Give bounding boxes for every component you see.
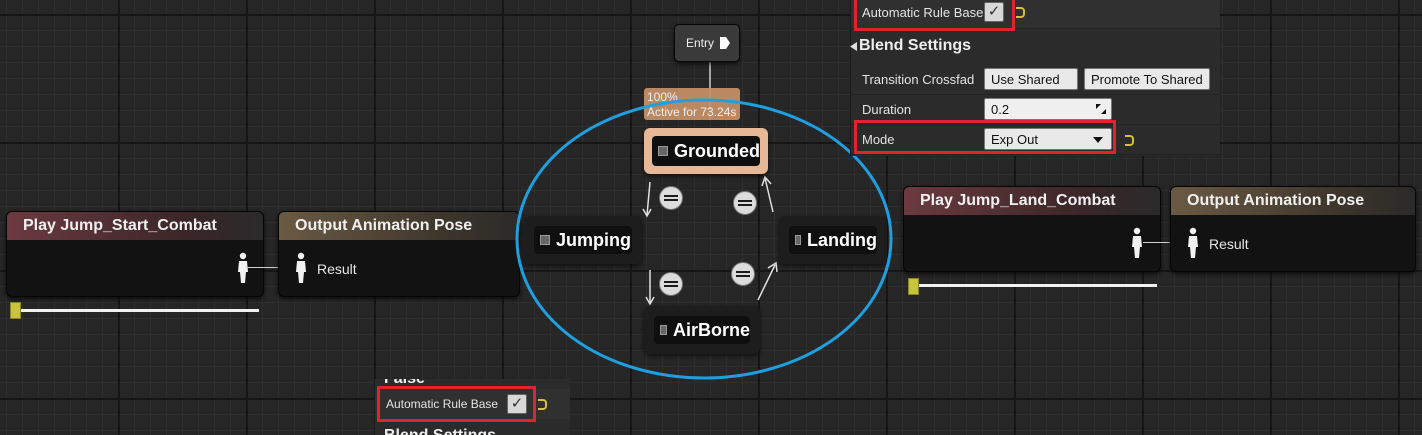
state-icon [540, 235, 550, 245]
state-label: Landing [807, 229, 877, 250]
callout-auto-rule [854, 0, 1015, 31]
use-shared-dropdown[interactable]: Use Shared [984, 68, 1078, 106]
result-pin-label: Result [1209, 236, 1249, 252]
transition-jumping-to-airborne-icon[interactable] [659, 272, 683, 296]
duration-field[interactable]: 0.2 [984, 98, 1112, 120]
state-jumping[interactable]: Jumping [524, 216, 642, 264]
callout-mode [854, 120, 1116, 154]
transition-grounded-to-jumping-icon[interactable] [659, 186, 683, 210]
node-title: Play Jump_Land_Combat [904, 187, 1160, 215]
state-airborne[interactable]: AirBorne [644, 306, 760, 354]
state-label: Grounded [674, 140, 760, 161]
state-icon [795, 235, 801, 245]
blend-settings-header[interactable]: Blend Settings [850, 32, 1220, 60]
pose-output-pin-icon[interactable] [1130, 227, 1144, 259]
transition-landing-to-grounded-icon[interactable] [733, 191, 757, 215]
output-pose-node-right[interactable]: Output Animation Pose Result [1170, 186, 1416, 272]
crossfade-label: Transition Crossfad [862, 72, 975, 87]
node-title: Output Animation Pose [1171, 187, 1415, 215]
reset-to-default-icon[interactable] [1125, 135, 1134, 146]
state-label: AirBorne [672, 319, 750, 340]
duration-label: Duration [862, 102, 912, 117]
transition-airborne-to-landing-icon[interactable] [731, 262, 755, 286]
tooltip-weight: 100% [647, 90, 678, 104]
tooltip-status: Active for 73.24s [647, 105, 737, 119]
state-icon [660, 325, 667, 335]
play-position-slider[interactable] [912, 284, 1157, 287]
promote-to-shared-button[interactable]: Promote To Shared [1084, 68, 1210, 90]
resize-arrows-icon [1096, 104, 1106, 114]
collapse-arrow-icon [850, 42, 857, 51]
partial-footer-text: Blend Settings [384, 427, 496, 435]
entry-node[interactable]: Entry [674, 24, 740, 62]
play-jump-land-node[interactable]: Play Jump_Land_Combat [903, 186, 1161, 272]
duration-value: 0.2 [991, 102, 1010, 117]
state-landing[interactable]: Landing [779, 216, 887, 264]
play-position-knob[interactable] [908, 278, 919, 295]
reset-to-default-icon[interactable] [538, 399, 547, 410]
active-state-tooltip: 100% Active for 73.24s [644, 88, 740, 120]
state-icon [658, 146, 668, 156]
blend-settings-title: Blend Settings [859, 37, 972, 54]
reset-to-default-icon[interactable] [1016, 7, 1025, 18]
entry-label: Entry [686, 36, 715, 50]
callout-auto-rule-bottom [377, 386, 536, 422]
crossfade-row: Transition Crossfad Use Shared Promote T… [851, 64, 1220, 106]
entry-arrow-icon [720, 37, 730, 49]
use-shared-label: Use Shared [991, 72, 1060, 87]
state-grounded[interactable]: Grounded [644, 128, 768, 174]
pose-input-pin-icon[interactable] [1186, 227, 1200, 259]
state-label: Jumping [556, 229, 631, 250]
